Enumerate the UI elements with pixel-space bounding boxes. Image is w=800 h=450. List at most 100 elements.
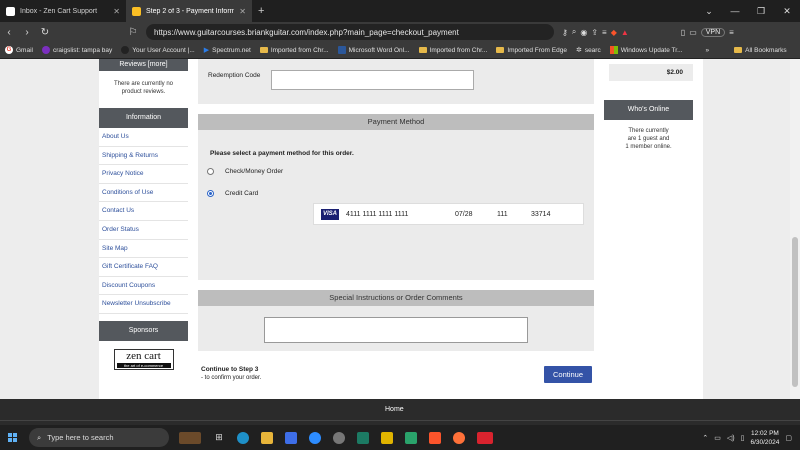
information-title: Information — [125, 114, 162, 121]
saved-card-row[interactable]: VISA 4111 1111 1111 1111 07/28 111 33714 — [313, 203, 584, 225]
brave-shield-icon[interactable]: ◆ — [611, 28, 617, 37]
start-button[interactable] — [0, 433, 24, 442]
bookmark-folder-chrome-2[interactable]: Imported from Chr... — [418, 46, 488, 54]
link-about-us[interactable]: About Us — [99, 128, 188, 147]
window-controls: ⌄ — ❐ ✕ — [696, 0, 800, 22]
key-icon[interactable]: ⚷ — [562, 28, 568, 37]
taskbar-search-box[interactable]: ⌕ Type here to search — [29, 428, 169, 447]
bookmark-windows-update[interactable]: Windows Update Tr... — [609, 46, 683, 54]
media-icon[interactable] — [357, 431, 369, 444]
check-money-order-radio[interactable] — [207, 168, 214, 175]
credit-card-label[interactable]: Credit Card — [225, 190, 258, 197]
scrollbar-thumb[interactable] — [792, 237, 798, 387]
reload-icon[interactable]: ↻ — [36, 27, 54, 38]
speaker-icon[interactable]: ◁) — [727, 434, 735, 442]
share-icon[interactable]: ⇪ — [591, 28, 598, 37]
menu-icon[interactable]: ≡ — [729, 28, 734, 37]
zencart-logo[interactable]: zen cart the art of e-commerce — [113, 348, 174, 370]
task-view-icon[interactable]: ⊞ — [213, 432, 225, 444]
zoom-icon[interactable]: ⌕ — [572, 27, 576, 37]
zoom-app-icon[interactable] — [309, 431, 321, 444]
link-gift-certificate-faq[interactable]: Gift Certificate FAQ — [99, 258, 188, 277]
link-privacy-notice[interactable]: Privacy Notice — [99, 165, 188, 184]
url-field[interactable]: https://www.guitarcourses.briankguitar.c… — [146, 24, 554, 40]
bookmark-folder-edge[interactable]: Imported From Edge — [496, 47, 567, 54]
whos-online-body: There currently are 1 guest and 1 member… — [604, 127, 693, 151]
bookmark-folder-chrome[interactable]: Imported from Chr... — [259, 46, 329, 54]
bookmark-gmail[interactable]: G Gmail — [5, 46, 33, 54]
bookmark-label: Imported from Chr... — [270, 46, 329, 54]
logo-sub: the art of e-commerce — [116, 362, 171, 368]
file-explorer-icon[interactable] — [261, 431, 273, 444]
bookmark-label: Your User Account |... — [132, 46, 195, 54]
bookmark-craigslist[interactable]: craigslist: tampa bay — [41, 46, 112, 54]
tab-inbox[interactable]: Inbox - Zen Cart Support ✕ — [0, 0, 126, 22]
app-icon[interactable] — [381, 431, 393, 444]
reviews-header[interactable]: Reviews [more] — [99, 59, 188, 71]
bookmark-spectrum[interactable]: ▶ Spectrum.net — [204, 46, 251, 55]
link-contact-us[interactable]: Contact Us — [99, 202, 188, 221]
whos-online-title: Who's Online — [627, 106, 670, 113]
bookmark-label: searc — [584, 46, 601, 54]
tab-favicon-icon — [132, 6, 141, 16]
back-icon[interactable]: ‹ — [0, 27, 18, 38]
link-discount-coupons[interactable]: Discount Coupons — [99, 277, 188, 296]
settings-icon[interactable] — [333, 431, 345, 444]
battery-icon[interactable]: ▯ — [741, 434, 745, 442]
check-money-order-label[interactable]: Check/Money Order — [225, 168, 283, 175]
sponsors-title: Sponsors — [128, 326, 159, 334]
restore-icon[interactable]: ❐ — [748, 6, 774, 17]
link-shipping-returns[interactable]: Shipping & Returns — [99, 147, 188, 166]
reviews-title: Reviews [more] — [119, 61, 168, 68]
bookmark-label: Imported from Chr... — [429, 46, 488, 54]
bookmark-icon[interactable]: ⚐ — [124, 27, 142, 38]
chevron-up-icon[interactable]: ⌃ — [702, 434, 708, 442]
bookmark-word[interactable]: Microsoft Word Onl... — [337, 46, 410, 54]
search-highlight-icon[interactable] — [179, 431, 201, 444]
footer-home-link[interactable]: Home — [385, 406, 404, 413]
store-icon[interactable] — [285, 431, 297, 444]
close-icon[interactable]: ✕ — [113, 7, 120, 16]
word-icon — [337, 46, 346, 54]
app-icon[interactable] — [405, 431, 417, 444]
all-bookmarks[interactable]: All Bookmarks — [734, 47, 787, 54]
left-column: Reviews [more] There are currently no pr… — [99, 59, 188, 370]
new-tab-button[interactable]: + — [252, 5, 270, 17]
bookmark-user-account[interactable]: Your User Account |... — [121, 46, 195, 54]
edge-icon[interactable] — [237, 431, 249, 444]
information-links: About Us Shipping & Returns Privacy Noti… — [99, 128, 188, 314]
brave-icon[interactable] — [429, 431, 441, 444]
link-conditions-of-use[interactable]: Conditions of Use — [99, 184, 188, 203]
close-window-icon[interactable]: ✕ — [774, 6, 800, 17]
close-icon[interactable]: ✕ — [239, 7, 246, 16]
redemption-code-input[interactable] — [271, 70, 474, 90]
tab-search-icon[interactable]: ⌄ — [696, 6, 722, 17]
credit-card-radio[interactable] — [207, 190, 214, 197]
bookmark-search[interactable]: ✲ searc — [576, 46, 601, 55]
rewards-icon[interactable]: ▲ — [621, 28, 629, 37]
link-site-map[interactable]: Site Map — [99, 240, 188, 259]
reader-icon[interactable]: ≡ — [602, 28, 607, 37]
minimize-icon[interactable]: — — [722, 6, 748, 16]
vpn-button[interactable]: VPN — [700, 27, 726, 37]
tab-checkout-payment[interactable]: Step 2 of 3 - Payment Informatio ✕ — [126, 0, 252, 22]
clock[interactable]: 12:02 PM 6/30/2024 — [750, 429, 779, 447]
forward-icon[interactable]: › — [18, 27, 36, 38]
notifications-icon[interactable]: ▢ — [785, 434, 792, 442]
location-icon[interactable]: ◉ — [580, 28, 587, 37]
link-order-status[interactable]: Order Status — [99, 221, 188, 240]
whos-online-line: There currently — [628, 128, 669, 134]
continue-button[interactable]: Continue — [544, 366, 592, 383]
wallet-icon[interactable]: ▭ — [689, 28, 697, 37]
link-newsletter-unsubscribe[interactable]: Newsletter Unsubscribe — [99, 295, 188, 314]
network-icon[interactable]: ▭ — [714, 434, 721, 442]
firefox-icon[interactable] — [453, 431, 465, 444]
comments-textarea[interactable] — [264, 317, 528, 343]
windows-logo-icon — [7, 433, 17, 442]
more-bookmarks-icon[interactable]: » — [706, 47, 710, 54]
sidebar-icon[interactable]: ▯ — [681, 28, 685, 37]
card-number: 4111 1111 1111 1111 — [346, 210, 409, 218]
card-cvv: 111 — [497, 210, 508, 218]
folder-icon — [734, 47, 743, 53]
news-icon[interactable] — [477, 431, 493, 444]
